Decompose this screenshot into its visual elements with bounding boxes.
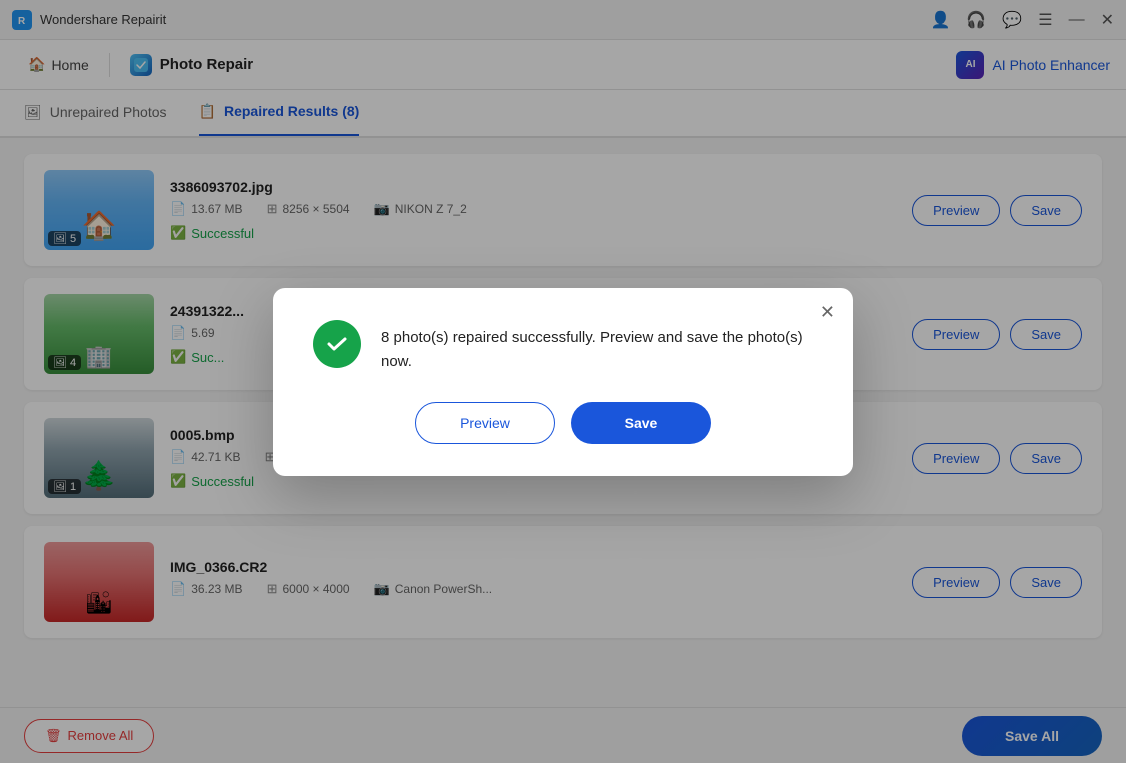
modal-message: 8 photo(s) repaired successfully. Previe… [381, 320, 813, 374]
modal-close-button[interactable]: ✕ [820, 302, 835, 323]
modal-save-button[interactable]: Save [571, 402, 711, 444]
modal-success-icon [313, 320, 361, 368]
modal-actions: Preview Save [313, 402, 813, 444]
modal-overlay: ✕ 8 photo(s) repaired successfully. Prev… [0, 0, 1126, 763]
success-modal: ✕ 8 photo(s) repaired successfully. Prev… [273, 288, 853, 476]
modal-preview-button[interactable]: Preview [415, 402, 555, 444]
modal-body: 8 photo(s) repaired successfully. Previe… [313, 320, 813, 374]
